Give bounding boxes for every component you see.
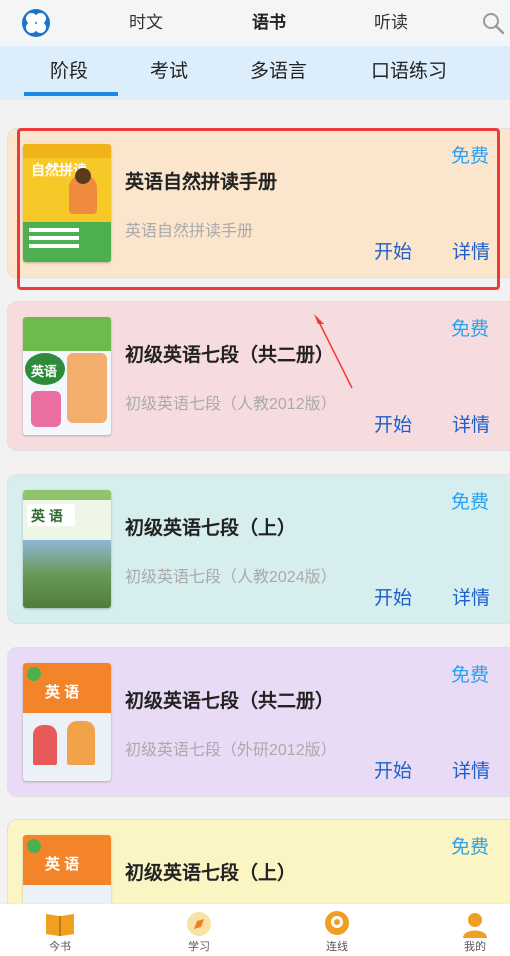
- book-cover-image: 英 语: [23, 490, 111, 608]
- nav-item-shiwen[interactable]: 时文: [129, 0, 163, 46]
- book-cover-image: 英 语: [23, 663, 111, 781]
- tab-exam[interactable]: 考试: [150, 46, 188, 96]
- cover-title: 英语: [31, 364, 58, 379]
- book-subtitle: 初级英语七段（外研2012版）: [125, 742, 337, 759]
- open-book-icon: [46, 914, 74, 936]
- free-badge: 免费: [451, 492, 490, 513]
- book-title: 初级英语七段（上）: [125, 518, 297, 539]
- tab-me[interactable]: 我的: [435, 904, 510, 956]
- cover-title: 英 语: [31, 508, 63, 524]
- user-icon: [463, 913, 487, 938]
- book-cover-image: 英 语: [23, 835, 111, 903]
- tab-study[interactable]: 学习: [159, 904, 239, 956]
- highlight-box: [17, 128, 500, 290]
- arrow-pointer-icon: [314, 314, 353, 389]
- tab-label: 连线: [326, 941, 348, 953]
- top-nav: 时文 语书 听读: [0, 0, 510, 46]
- connect-icon: [325, 911, 349, 935]
- free-badge: 免费: [451, 319, 490, 340]
- clover-logo-icon[interactable]: [22, 9, 50, 37]
- detail-button[interactable]: 详情: [452, 756, 490, 783]
- book-card[interactable]: 英 语 初级英语七段（上） 初级英语七段（人教2024版） 免费 开始 详情: [7, 474, 510, 624]
- cover-title: 英 语: [45, 856, 80, 873]
- book-title: 初级英语七段（共二册）: [125, 691, 335, 712]
- detail-button[interactable]: 详情: [452, 583, 490, 610]
- cover-title: 英 语: [45, 684, 80, 701]
- tab-oral-practice[interactable]: 口语练习: [371, 46, 447, 96]
- tab-label: 学习: [188, 941, 210, 953]
- tab-books[interactable]: 今书: [20, 904, 100, 956]
- tab-multilingual[interactable]: 多语言: [250, 46, 307, 96]
- book-subtitle: 初级英语七段（人教2024版）: [125, 569, 337, 586]
- book-card[interactable]: 英 语 初级英语七段（上） 免费 开始 详情: [7, 819, 510, 903]
- start-button[interactable]: 开始: [374, 756, 412, 783]
- free-badge: 免费: [451, 837, 490, 858]
- tab-connect[interactable]: 连线: [297, 904, 377, 956]
- tab-stage[interactable]: 阶段: [50, 46, 88, 96]
- active-tab-indicator: [24, 92, 118, 96]
- book-title: 初级英语七段（共二册）: [125, 345, 335, 366]
- compass-icon: [187, 912, 211, 936]
- search-icon[interactable]: [482, 12, 504, 34]
- book-title: 初级英语七段（上）: [125, 863, 297, 884]
- tab-label: 我的: [464, 941, 486, 953]
- start-button[interactable]: 开始: [374, 410, 412, 437]
- book-cover-image: 英语: [23, 317, 111, 435]
- book-subtitle: 初级英语七段（人教2012版）: [125, 396, 337, 413]
- free-badge: 免费: [451, 665, 490, 686]
- detail-button[interactable]: 详情: [452, 410, 490, 437]
- bottom-tab-bar: 今书 学习 连线 我的: [0, 903, 510, 956]
- nav-item-tingdu[interactable]: 听读: [374, 0, 408, 46]
- book-card[interactable]: 英 语 初级英语七段（共二册） 初级英语七段（外研2012版） 免费 开始 详情: [7, 647, 510, 797]
- tab-label: 今书: [49, 941, 71, 953]
- start-button[interactable]: 开始: [374, 583, 412, 610]
- nav-item-yushu[interactable]: 语书: [252, 0, 286, 46]
- book-card[interactable]: 英语 初级英语七段（共二册） 初级英语七段（人教2012版） 免费 开始 详情: [7, 301, 510, 451]
